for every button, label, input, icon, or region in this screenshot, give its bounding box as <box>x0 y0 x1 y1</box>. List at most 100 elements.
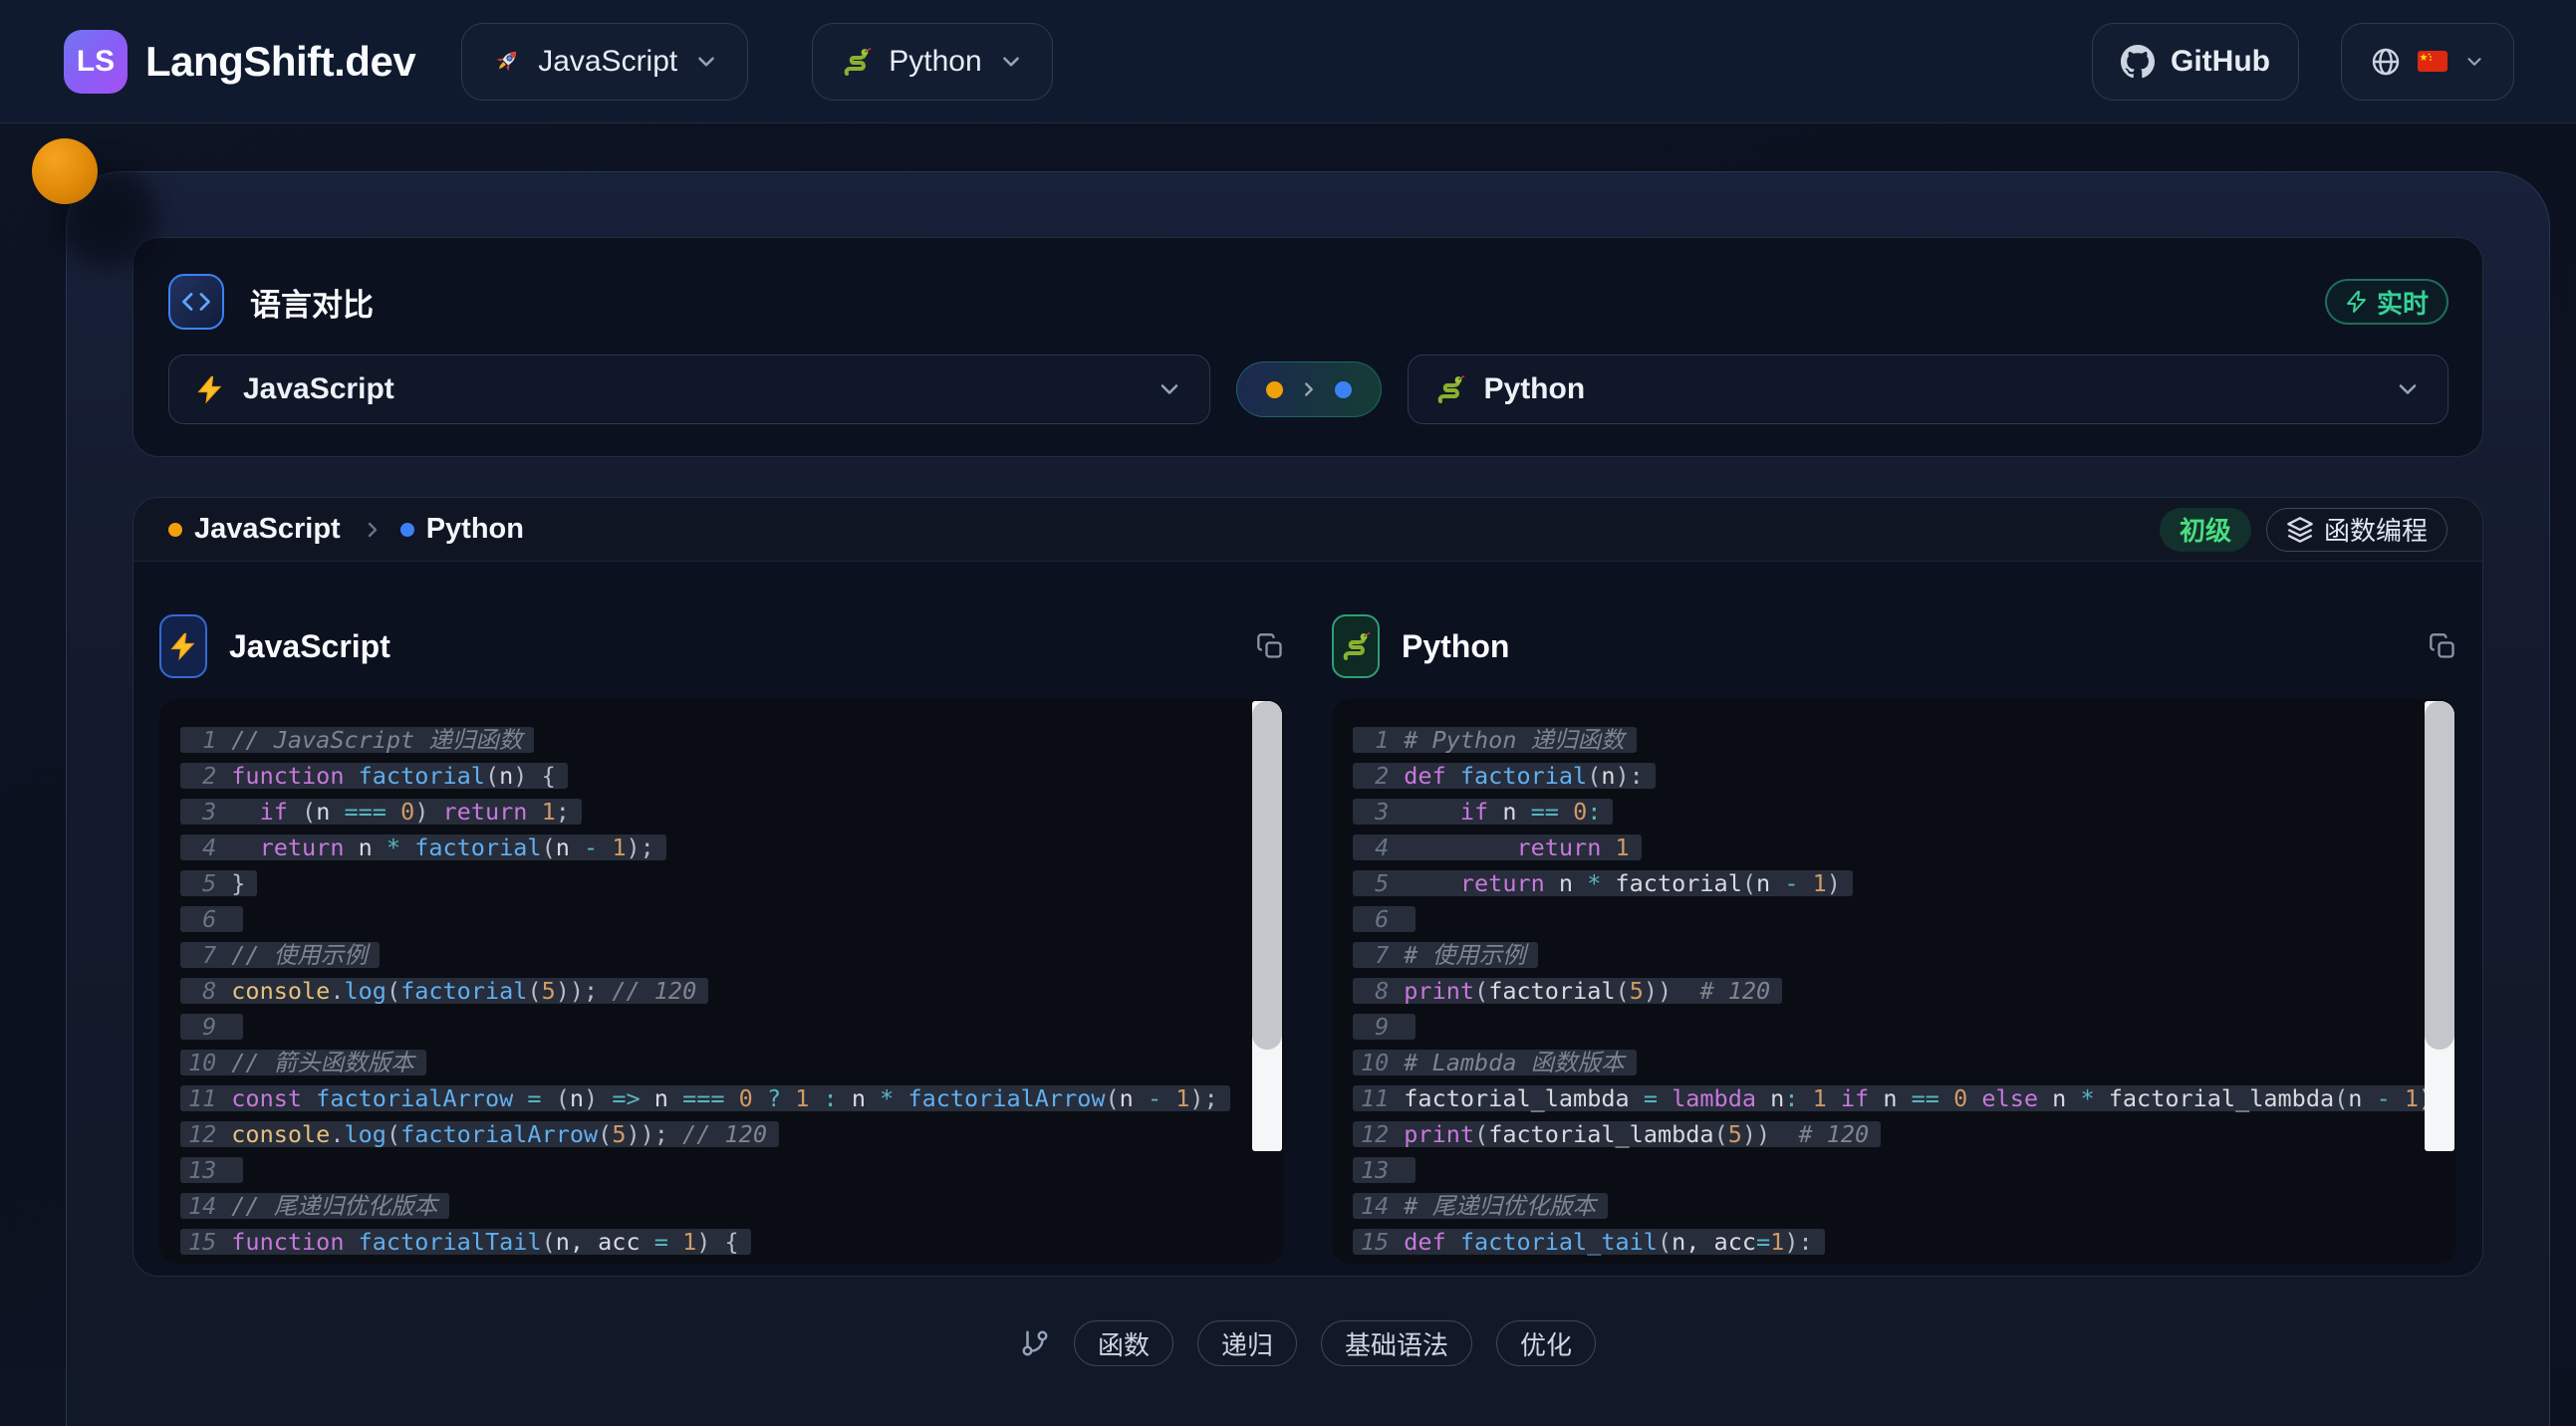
code-token: - <box>1784 869 1812 897</box>
chevron-down-icon <box>1156 375 1183 403</box>
code-line: 10# Lambda 函数版本 <box>1353 1050 1637 1075</box>
source-language-dot <box>168 523 182 537</box>
code-token: 1 <box>1813 869 1827 897</box>
code-token: n <box>1883 1084 1911 1112</box>
tag-pill[interactable]: 递归 <box>1197 1320 1297 1366</box>
line-number: 7 <box>188 942 216 968</box>
code-token: n <box>1502 798 1530 826</box>
code-token: n <box>654 1084 682 1112</box>
code-token: n, acc <box>556 1228 654 1256</box>
scrollbar-thumb[interactable] <box>1252 701 1282 1050</box>
code-token: // 使用示例 <box>231 941 367 969</box>
panel-header: Python <box>1332 613 2456 679</box>
line-number: 9 <box>1361 1014 1389 1040</box>
code-token: function <box>231 1228 358 1256</box>
tag-pill[interactable]: 基础语法 <box>1321 1320 1472 1366</box>
code-token: . <box>330 977 344 1005</box>
code-token: factorial_tail <box>1460 1228 1658 1256</box>
code-token: == <box>1912 1084 1953 1112</box>
code-token: ( <box>1742 869 1756 897</box>
code-line: 2function factorial(n) { <box>180 763 568 789</box>
code-token: )); <box>626 1120 682 1148</box>
github-button[interactable]: GitHub <box>2092 23 2299 101</box>
line-number: 2 <box>1361 763 1389 789</box>
code-token: * <box>1587 869 1615 897</box>
code-token: n <box>2348 1084 2376 1112</box>
line-number: 12 <box>188 1121 216 1147</box>
nav-source-language-label: JavaScript <box>538 45 677 79</box>
code-token: # 120 <box>1699 977 1770 1005</box>
code-token: 0 <box>400 798 414 826</box>
scrollbar[interactable] <box>2425 701 2454 1151</box>
line-number: 1 <box>188 727 216 753</box>
breadcrumb-target[interactable]: Python <box>426 513 524 546</box>
tag-pill[interactable]: 函数 <box>1074 1320 1173 1366</box>
source-language-label: JavaScript <box>243 372 394 406</box>
panel-header: JavaScript <box>159 613 1284 679</box>
code-token: ) <box>414 798 442 826</box>
code-token: // 120 <box>612 977 696 1005</box>
source-language-dot <box>1266 381 1283 398</box>
code-token: return <box>1516 833 1615 861</box>
lightning-icon <box>195 374 225 404</box>
breadcrumb-source[interactable]: JavaScript <box>194 513 341 546</box>
line-number: 8 <box>188 978 216 1004</box>
code-editor-javascript[interactable]: 1// JavaScript 递归函数2function factorial(n… <box>159 699 1284 1264</box>
code-token: 0 <box>1953 1084 1981 1112</box>
code-line: 13 <box>1353 1157 1416 1183</box>
snake-icon <box>1434 373 1466 405</box>
code-token: ( <box>1714 1120 1728 1148</box>
breadcrumb: JavaScript Python 初级 函数编程 <box>133 498 2482 562</box>
locale-select[interactable] <box>2341 23 2514 101</box>
code-comparison-card: JavaScript Python 初级 函数编程 JavaScript <box>132 497 2483 1277</box>
target-language-dot <box>1335 381 1352 398</box>
code-token: factorial <box>414 833 541 861</box>
code-token: const <box>231 1084 316 1112</box>
china-flag-icon <box>2418 51 2447 72</box>
chevron-down-icon <box>2463 51 2485 73</box>
code-token: n <box>1559 869 1587 897</box>
code-token: == <box>1531 798 1573 826</box>
code-token: if <box>260 798 302 826</box>
code-token: 5 <box>542 977 556 1005</box>
line-number: 1 <box>1361 727 1389 753</box>
line-number: 8 <box>1361 978 1389 1004</box>
logo[interactable]: LS <box>64 30 128 94</box>
code-token: factorial <box>359 762 485 790</box>
scrollbar[interactable] <box>1252 701 1282 1151</box>
copy-icon <box>1256 632 1284 660</box>
scrollbar-thumb[interactable] <box>2425 701 2454 1050</box>
code-token: // 箭头函数版本 <box>231 1049 413 1076</box>
code-token: factorial_lambda <box>1404 1084 1644 1112</box>
nav-target-language-select[interactable]: Python <box>812 23 1052 101</box>
source-language-select[interactable]: JavaScript <box>168 355 1210 424</box>
code-line: 15function factorialTail(n, acc = 1) { <box>180 1229 751 1255</box>
layers-icon <box>2286 516 2314 544</box>
code-token: * <box>386 833 414 861</box>
target-language-select[interactable]: Python <box>1408 355 2449 424</box>
code-token: ( <box>386 1120 400 1148</box>
nav-source-language-select[interactable]: JavaScript <box>461 23 748 101</box>
code-token: // 尾递归优化版本 <box>231 1192 437 1220</box>
code-token: log <box>344 1120 386 1148</box>
topic-badge: 函数编程 <box>2266 508 2447 552</box>
code-line: 7# 使用示例 <box>1353 942 1538 968</box>
nav-target-language-label: Python <box>889 45 981 79</box>
topic-tags-row: 函数 递归 基础语法 优化 <box>67 1320 2549 1366</box>
code-token: - <box>2377 1084 2405 1112</box>
code-editor-python[interactable]: 1# Python 递归函数2def factorial(n):3 if n =… <box>1332 699 2456 1264</box>
tag-pill[interactable]: 优化 <box>1496 1320 1596 1366</box>
site-title[interactable]: LangShift.dev <box>145 38 415 86</box>
code-line: 14// 尾递归优化版本 <box>180 1193 449 1219</box>
line-number: 13 <box>1361 1157 1389 1183</box>
code-token: factorial <box>1460 762 1587 790</box>
copy-code-button[interactable] <box>1256 632 1284 660</box>
chevron-down-icon <box>998 49 1024 75</box>
chevron-down-icon <box>693 49 719 75</box>
code-token: : <box>1587 798 1601 826</box>
code-token: 1 <box>2405 1084 2419 1112</box>
line-number: 3 <box>1361 799 1389 825</box>
copy-code-button[interactable] <box>2429 632 2456 660</box>
line-number: 5 <box>188 870 216 896</box>
code-token: lambda <box>1672 1084 1770 1112</box>
